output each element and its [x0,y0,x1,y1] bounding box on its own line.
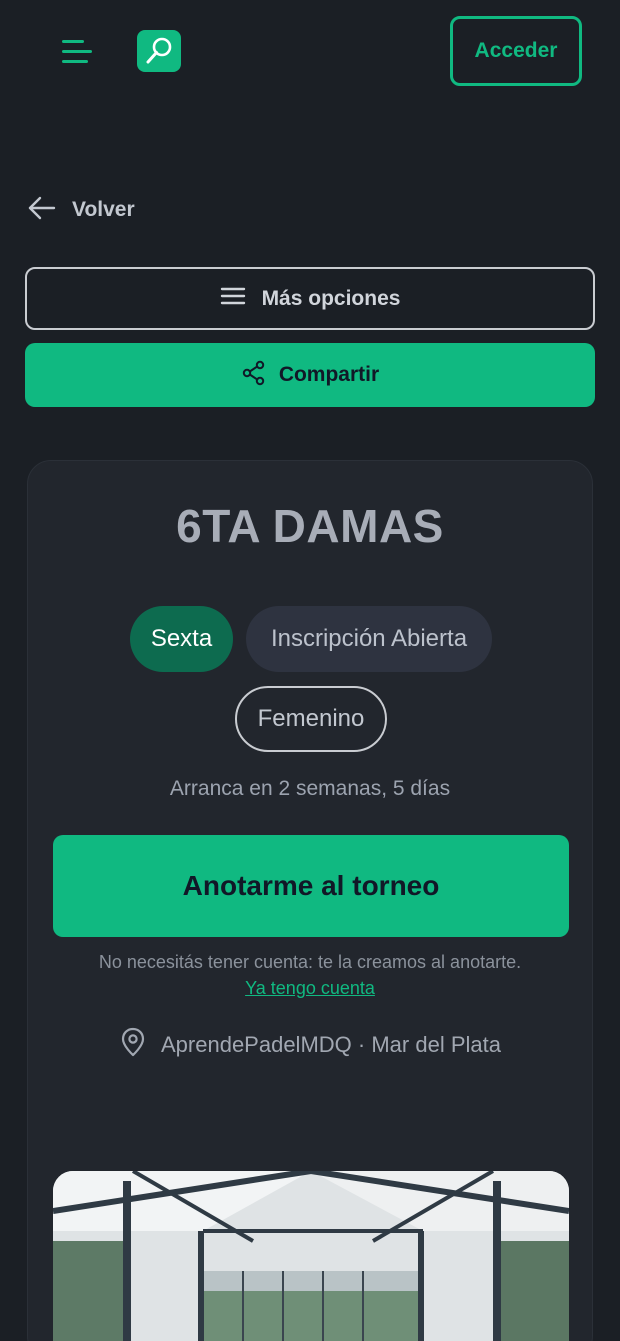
city-name: Mar del Plata [371,1031,501,1057]
share-label: Compartir [278,363,380,386]
share-button[interactable]: Compartir [25,343,595,407]
padel-racket-icon[interactable] [137,30,181,72]
top-bar: Acceder [0,0,620,100]
start-countdown: Arranca en 2 semanas, 5 días [169,777,451,800]
join-tournament-label: Anotarme al torneo [182,870,440,901]
join-tournament-button[interactable]: Anotarme al torneo [53,835,569,937]
have-account-row: Ya tengo cuenta [28,978,592,999]
tournament-card: 6TA DAMAS Sexta Inscripción Abierta Feme… [27,460,593,1341]
login-button[interactable]: Acceder [450,16,582,86]
venue-text: AprendePadelMDQ · Mar del Plata [161,1032,501,1058]
venue-photo [53,1171,569,1341]
club-name: AprendePadelMDQ [161,1031,352,1057]
list-icon [220,286,246,311]
more-options-button[interactable]: Más opciones [25,267,595,330]
location-pin-icon [119,1027,147,1062]
gender-badge: Femenino [235,686,387,752]
venue-separator: · [357,1031,366,1057]
hamburger-menu-icon[interactable] [58,34,96,68]
back-link[interactable]: Volver [28,194,135,226]
no-account-note: No necesitás tener cuenta: te la creamos… [98,952,522,972]
more-options-label: Más opciones [261,286,401,310]
tournament-title: 6TA DAMAS [176,500,444,552]
level-badge: Sexta [130,606,233,672]
status-badge: Inscripción Abierta [246,606,492,672]
venue-row: AprendePadelMDQ · Mar del Plata [28,1027,592,1062]
have-account-link[interactable]: Ya tengo cuenta [245,978,375,998]
back-label: Volver [72,198,135,221]
share-icon [241,360,267,391]
arrow-left-icon [28,196,56,225]
